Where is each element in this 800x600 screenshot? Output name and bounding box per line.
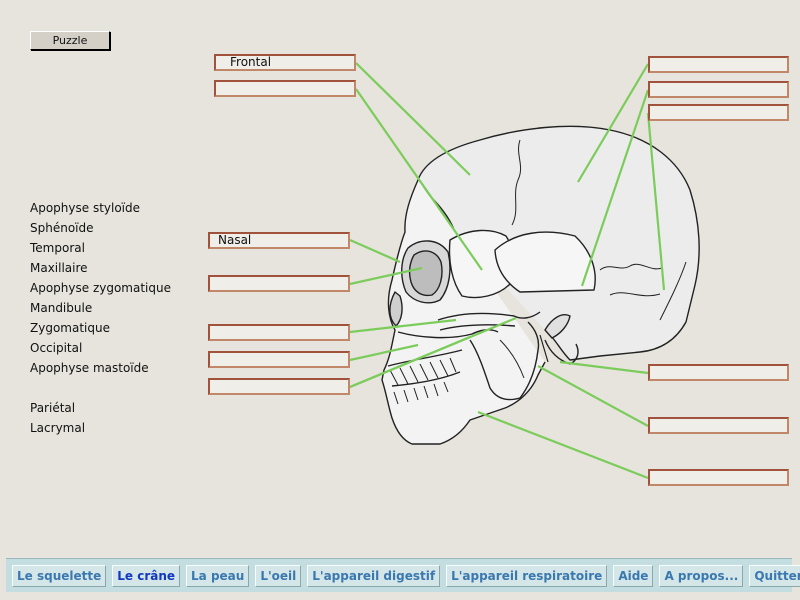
- answer-slot[interactable]: [648, 417, 789, 434]
- answer-slot[interactable]: [208, 324, 350, 341]
- answer-slot[interactable]: [208, 351, 350, 368]
- nav-aide[interactable]: Aide: [613, 564, 654, 587]
- bottom-navigation: Le squelette Le crâne La peau L'oeil L'a…: [6, 558, 800, 592]
- skull-illustration: [381, 125, 700, 445]
- answer-slot[interactable]: [648, 364, 789, 381]
- answer-slot[interactable]: [648, 469, 789, 486]
- answer-slot[interactable]: [214, 80, 356, 97]
- answer-slot[interactable]: Frontal: [214, 54, 356, 71]
- nav-crane[interactable]: Le crâne: [112, 564, 181, 587]
- answer-slot[interactable]: [648, 104, 789, 121]
- nav-a-propos[interactable]: A propos...: [659, 564, 744, 587]
- answer-slot[interactable]: [208, 378, 350, 395]
- nav-squelette[interactable]: Le squelette: [12, 564, 107, 587]
- nav-appareil-digestif[interactable]: L'appareil digestif: [307, 564, 441, 587]
- answer-slot[interactable]: [648, 81, 789, 98]
- answer-slot[interactable]: Nasal: [208, 232, 350, 249]
- answer-slot[interactable]: [208, 275, 350, 292]
- nav-oeil[interactable]: L'oeil: [255, 564, 302, 587]
- answer-slot[interactable]: [648, 56, 789, 73]
- nav-peau[interactable]: La peau: [186, 564, 250, 587]
- nav-quitter[interactable]: Quitter: [749, 564, 800, 587]
- nav-appareil-respiratoire[interactable]: L'appareil respiratoire: [446, 564, 608, 587]
